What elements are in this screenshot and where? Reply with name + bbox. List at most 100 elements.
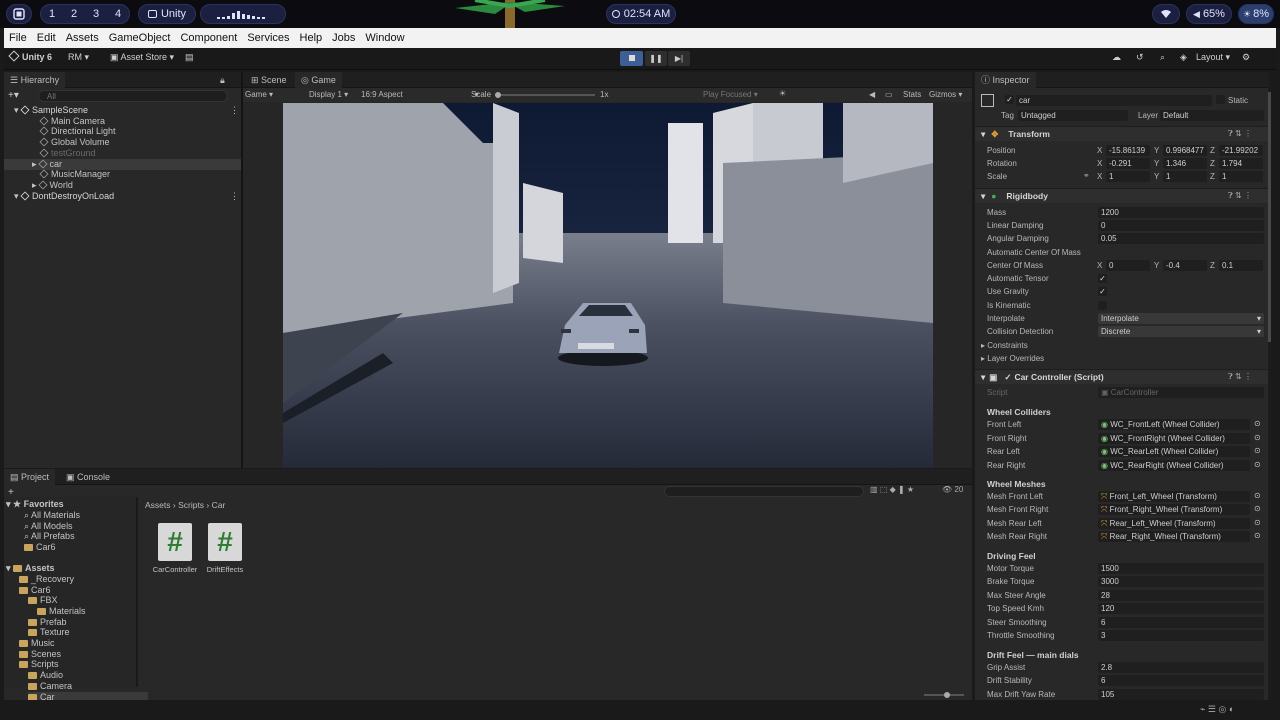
object-reference-field[interactable]: ◉ WC_FrontLeft (Wheel Collider) <box>1098 419 1250 430</box>
hierarchy-item[interactable]: ▸ car <box>4 158 241 170</box>
mute-audio-icon[interactable]: ◀ <box>869 90 875 99</box>
menu-edit[interactable]: Edit <box>32 32 61 44</box>
car-controller-header[interactable]: ▾ ▣ ✓ Car Controller (Script) <box>975 369 1271 384</box>
hierarchy-search-input[interactable] <box>38 90 228 102</box>
tab-game[interactable]: ◎ Game <box>295 72 342 88</box>
hierarchy-item[interactable]: MusicManager <box>4 169 241 180</box>
project-filter-icons[interactable]: ▥ ⬚ ◆ ❚ ★ <box>870 485 914 494</box>
stats-button[interactable]: Stats <box>903 90 921 99</box>
breadcrumb-scripts[interactable]: Scripts <box>178 500 204 510</box>
center-of-mass-x-field[interactable]: 0 <box>1106 260 1150 271</box>
layers-icon[interactable]: ◈ <box>1180 52 1187 63</box>
object-picker-icon[interactable]: ⊙ <box>1254 531 1261 540</box>
brightness-pill[interactable]: ☀ 8% <box>1238 4 1274 24</box>
object-picker-icon[interactable]: ⊙ <box>1254 491 1261 500</box>
app-launcher-icon[interactable] <box>6 4 32 24</box>
account-dropdown[interactable]: RM ▾ <box>68 52 89 63</box>
speaker-icon[interactable]: ▭ <box>885 90 893 99</box>
cloud-icon[interactable]: ☁ <box>1112 52 1121 63</box>
favorites-header[interactable]: ▾ ★ Favorites <box>6 499 64 510</box>
interpolate-field[interactable]: Interpolate ▾ <box>1098 313 1264 324</box>
collapse-arrow-icon[interactable]: ▸ <box>32 159 37 169</box>
folder-item[interactable]: FBX <box>28 595 58 606</box>
folder-item[interactable]: Car6 <box>19 585 51 596</box>
object-name-field[interactable]: car <box>1016 95 1212 106</box>
menu-file[interactable]: File <box>4 32 32 44</box>
number-field[interactable]: 120 <box>1098 603 1264 615</box>
rigidbody-header[interactable]: ▾ ● Rigidbody <box>975 188 1271 203</box>
breadcrumb-car[interactable]: Car <box>212 500 226 510</box>
object-reference-field[interactable]: ⤧ Rear_Left_Wheel (Transform) <box>1098 517 1250 529</box>
folder-item[interactable]: _Recovery <box>19 574 74 585</box>
favorite-item[interactable]: Car6 <box>24 542 56 553</box>
asset-drifteffects[interactable]: # DriftEffects <box>200 523 250 574</box>
number-field[interactable]: 105 <box>1098 688 1264 700</box>
menu-assets[interactable]: Assets <box>61 32 104 44</box>
number-field[interactable]: 2.8 <box>1098 662 1264 673</box>
pause-button[interactable]: ❚❚ <box>645 51 667 66</box>
tab-inspector[interactable]: ⓘ Inspector <box>975 72 1036 88</box>
number-field[interactable]: 28 <box>1098 589 1264 601</box>
mass-field[interactable]: 1200 <box>1098 207 1264 218</box>
workspace-3[interactable]: 3 <box>93 8 99 20</box>
constraints-foldout[interactable]: ▸ Constraints <box>981 340 1028 351</box>
tab-project[interactable]: ▤ Project <box>4 469 56 485</box>
assets-header[interactable]: ▾ Assets <box>6 563 55 574</box>
volume-pill[interactable]: ◀ 65% <box>1186 4 1232 24</box>
scale-z-field[interactable]: 1 <box>1219 171 1263 182</box>
asset-store-dropdown[interactable]: ▣ Asset Store ▾ <box>110 52 174 63</box>
transform-help-icon[interactable]: ❓︎ ⇅ ⋮ <box>1228 129 1252 139</box>
use-gravity-checkbox[interactable]: ✓ <box>1098 287 1107 296</box>
step-button[interactable]: ▶| <box>668 51 690 66</box>
scale-y-field[interactable]: 1 <box>1163 171 1207 182</box>
icon-size-slider[interactable] <box>924 692 964 698</box>
car-controller-help-icon[interactable]: ❓︎ ⇅ ⋮ <box>1228 372 1252 382</box>
active-app-pill[interactable]: Unity <box>138 4 196 24</box>
aspect-dropdown[interactable]: 16:9 Aspect ▾ <box>361 90 479 99</box>
object-picker-icon[interactable]: ⊙ <box>1254 504 1261 513</box>
hierarchy-item[interactable]: ▸ World <box>4 180 241 191</box>
lock-icon[interactable]: 🔒︎ <box>214 72 231 88</box>
folder-item[interactable]: Camera <box>28 681 72 692</box>
object-reference-field[interactable]: ⤧ Front_Left_Wheel (Transform) <box>1098 491 1250 502</box>
folder-item[interactable]: Scenes <box>19 649 61 660</box>
history-icon[interactable]: ↺ <box>1136 52 1144 63</box>
menu-services[interactable]: Services <box>242 32 294 44</box>
component-enabled-checkbox[interactable]: ✓ <box>1004 372 1011 382</box>
object-reference-field[interactable]: ⤧ Rear_Right_Wheel (Transform) <box>1098 530 1250 542</box>
rotation-y-field[interactable]: 1.346 <box>1163 158 1207 169</box>
object-picker-icon[interactable]: ⊙ <box>1254 446 1261 455</box>
game-mode-dropdown[interactable]: Game ▾ <box>245 90 273 99</box>
folder-item[interactable]: Audio <box>28 670 63 681</box>
menu-help[interactable]: Help <box>295 32 328 44</box>
static-checkbox[interactable] <box>1216 95 1225 104</box>
gizmos-dropdown[interactable]: Gizmos ▾ <box>929 90 962 99</box>
favorite-item[interactable]: ⌕ All Models <box>24 521 73 532</box>
transform-header[interactable]: ▾ ✥ Transform <box>975 126 1271 141</box>
scale-x-field[interactable]: 1 <box>1106 171 1150 182</box>
rotation-x-field[interactable]: -0.291 <box>1106 158 1150 169</box>
folder-item[interactable]: Materials <box>37 606 86 617</box>
center-of-mass-z-field[interactable]: 0.1 <box>1219 260 1263 271</box>
number-field[interactable]: 3 <box>1098 630 1264 641</box>
settings-gear-icon[interactable]: ⚙ <box>1242 52 1250 63</box>
tab-hierarchy[interactable]: ☰ Hierarchy <box>4 72 66 88</box>
folder-item[interactable]: Prefab <box>28 617 67 628</box>
number-field[interactable]: 1500 <box>1098 563 1264 574</box>
display-dropdown[interactable]: Display 1 ▾ <box>309 90 348 99</box>
breadcrumb-assets[interactable]: Assets <box>145 500 171 510</box>
automatic-tensor-checkbox[interactable]: ✓ <box>1098 274 1107 283</box>
wifi-icon[interactable] <box>1152 4 1180 24</box>
unity-product-button[interactable]: Unity 6 <box>8 50 52 62</box>
position-z-field[interactable]: -21.99202 <box>1219 145 1263 156</box>
play-focused-dropdown[interactable]: Play Focused ▾ <box>703 90 758 99</box>
inspector-scrollbar[interactable] <box>1268 72 1271 700</box>
status-icons[interactable]: ⌁ ☰ ◎ ◐ <box>1200 704 1234 715</box>
object-reference-field[interactable]: ◉ WC_RearRight (Wheel Collider) <box>1098 459 1250 471</box>
menu-gameobject[interactable]: GameObject <box>104 32 176 44</box>
center-of-mass-y-field[interactable]: -0.4 <box>1163 260 1207 271</box>
tab-console[interactable]: ▣ Console <box>60 469 116 485</box>
hierarchy-item[interactable]: Global Volume <box>4 137 241 148</box>
folder-item[interactable]: Texture <box>28 627 70 638</box>
position-x-field[interactable]: -15.86139 <box>1106 145 1150 156</box>
